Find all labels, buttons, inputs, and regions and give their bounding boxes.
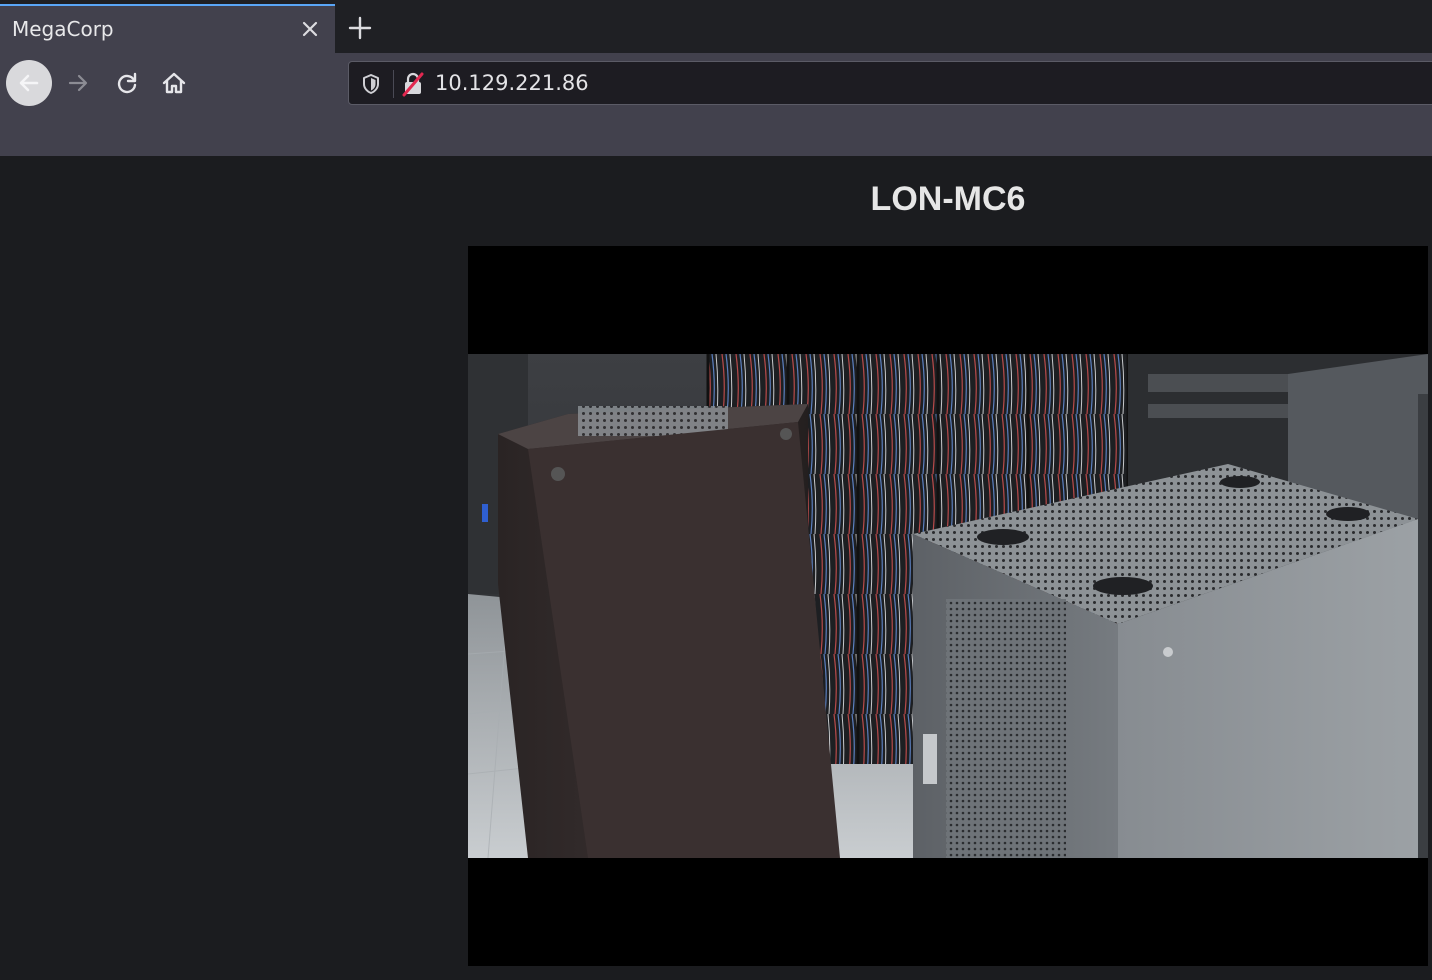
tab-strip: MegaCorp [0, 0, 1432, 53]
camera-feed [468, 246, 1428, 966]
address-bar[interactable]: 10.129.221.86 [348, 61, 1432, 105]
nav-toolbar: 10.129.221.86 [0, 53, 1432, 156]
forward-button[interactable] [60, 65, 96, 101]
url-text[interactable]: 10.129.221.86 [435, 71, 589, 95]
plus-icon[interactable] [346, 14, 374, 42]
insecure-lock-icon[interactable] [401, 71, 425, 97]
home-icon [162, 72, 186, 94]
tab-title: MegaCorp [12, 17, 114, 41]
shield-icon[interactable] [359, 72, 383, 96]
page-title: LON-MC6 [870, 180, 1026, 218]
close-icon[interactable] [299, 18, 321, 40]
arrow-right-icon [68, 74, 88, 92]
page-content: LON-MC6 [0, 156, 1432, 980]
tab-megacorp[interactable]: MegaCorp [0, 4, 335, 53]
arrow-left-icon [19, 74, 39, 92]
reload-icon [117, 72, 137, 94]
server-room-image [468, 354, 1428, 858]
home-button[interactable] [156, 65, 192, 101]
divider [393, 70, 394, 98]
reload-button[interactable] [109, 65, 145, 101]
back-button[interactable] [6, 60, 52, 106]
